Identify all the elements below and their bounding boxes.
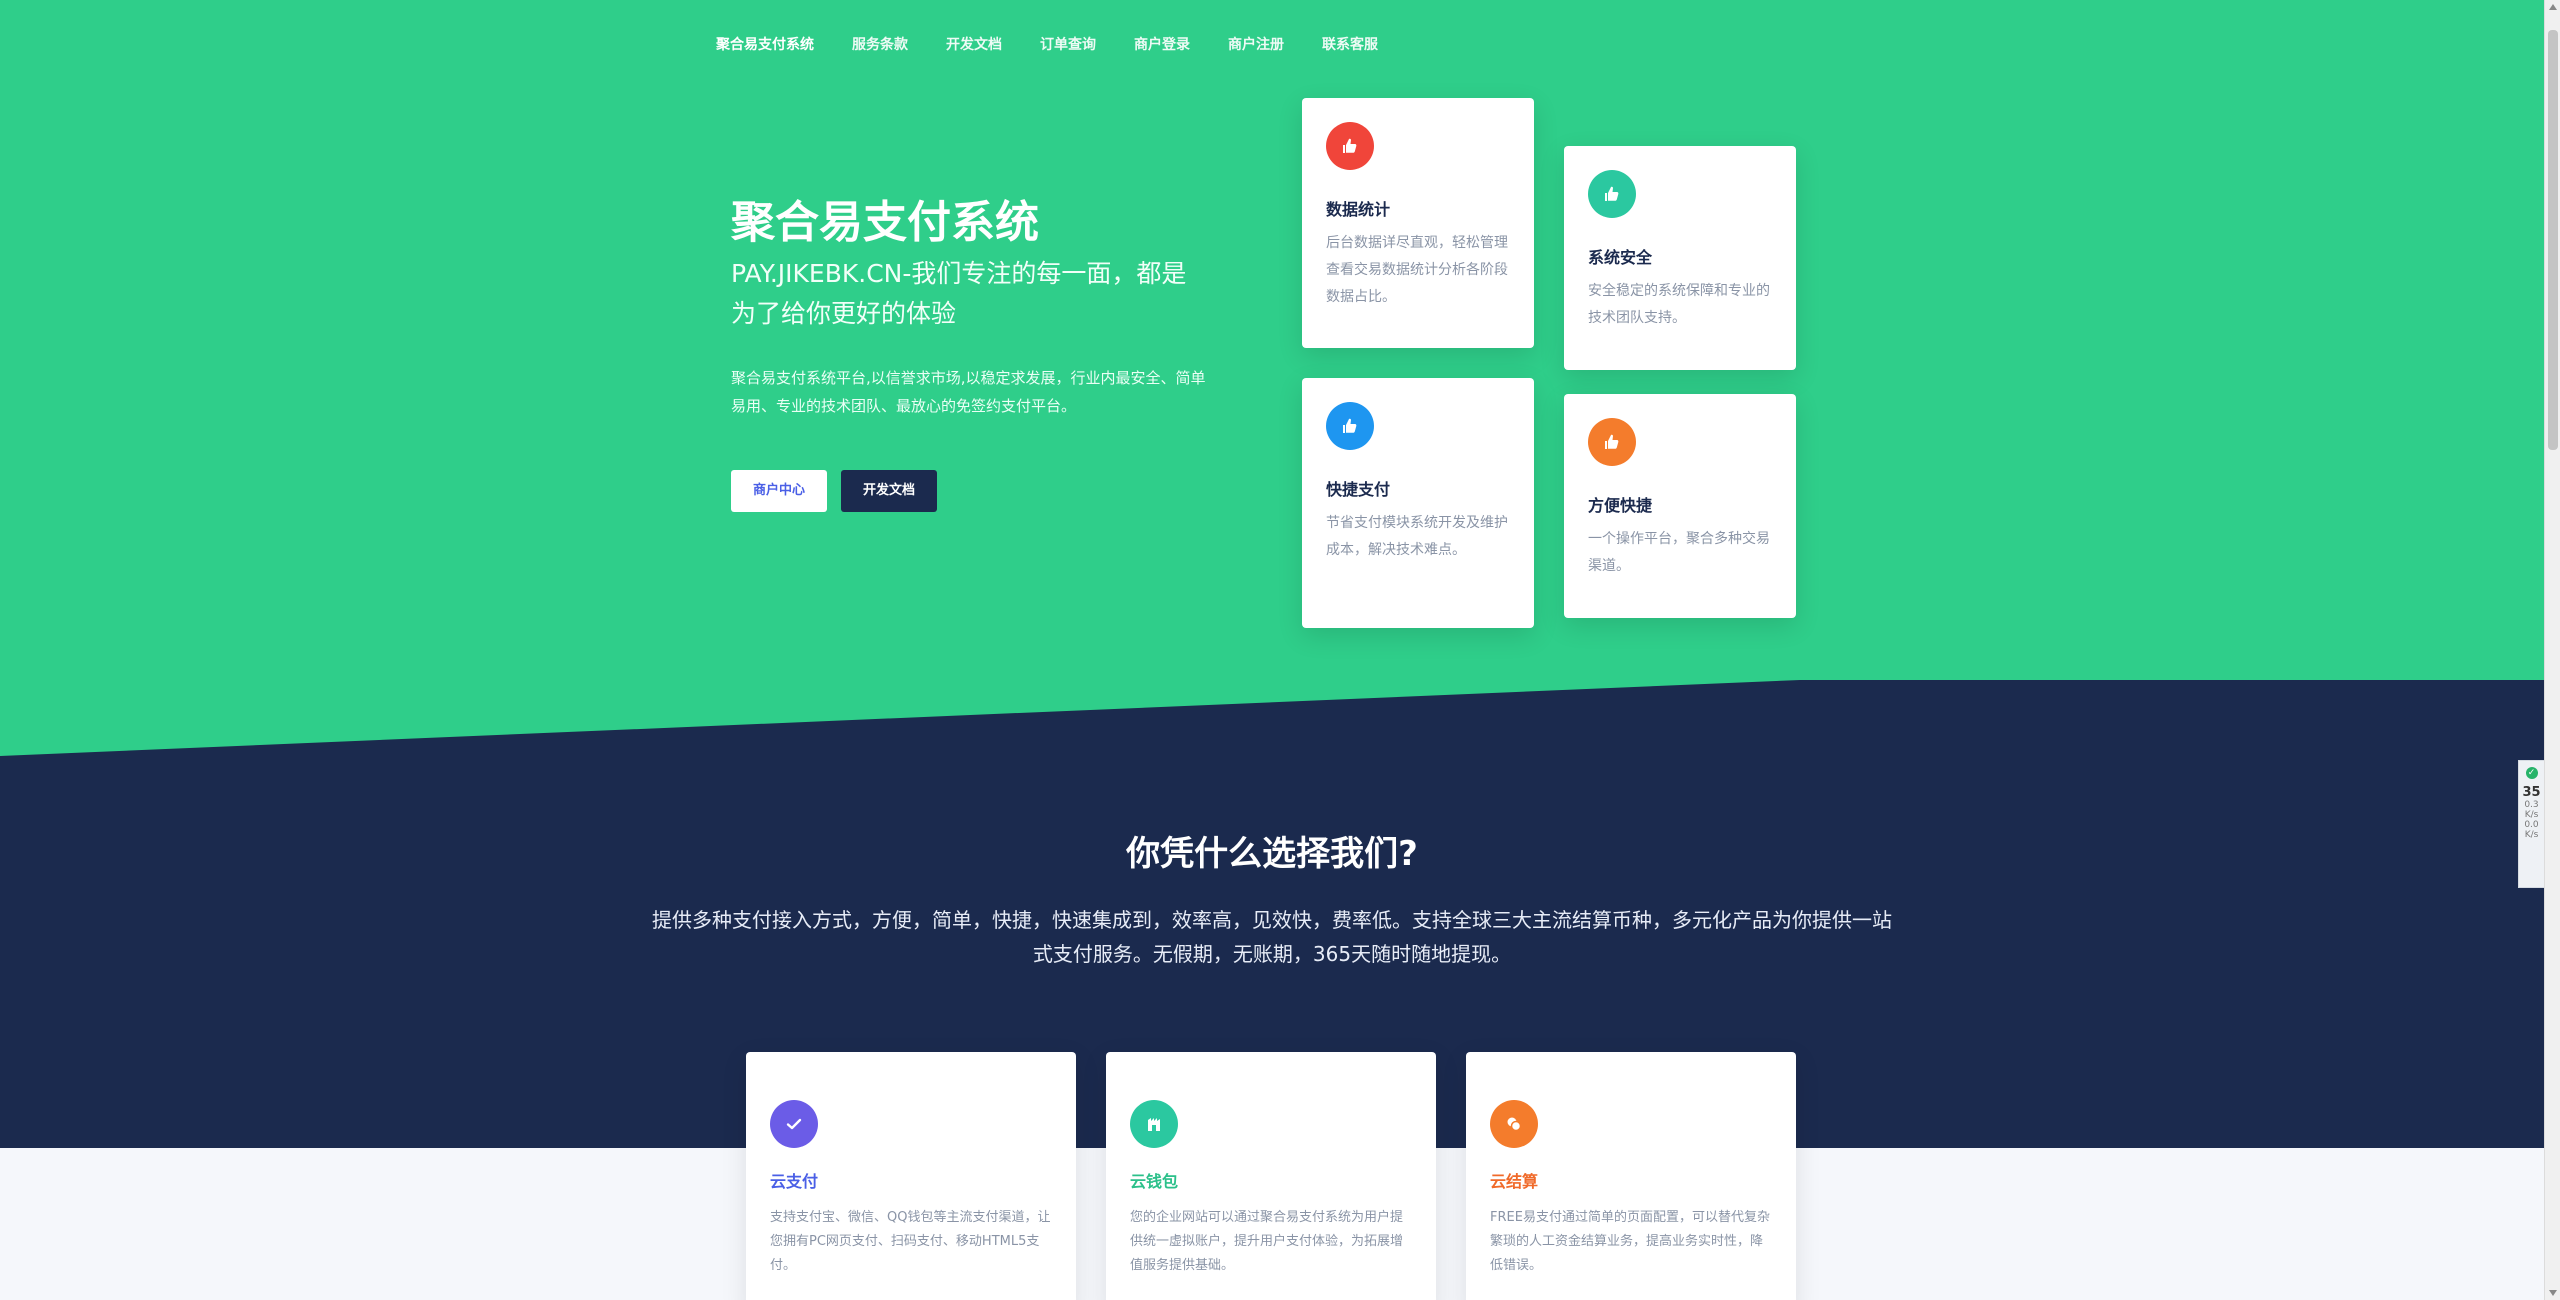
product-desc: 支持支付宝、微信、QQ钱包等主流支付渠道，让您拥有PC网页支付、扫码支付、移动H… [770,1210,1051,1273]
feature-desc: 一个操作平台，聚合多种交易渠道。 [1588,531,1770,574]
feature-card-data-stats: 数据统计 后台数据详尽直观，轻松管理查看交易数据统计分析各阶段数据占比。 [1302,98,1534,348]
why-title: 你凭什么选择我们? [1126,834,1418,874]
product-desc: 您的企业网站可以通过聚合易支付系统为用户提供统一虚拟账户，提升用户支付体验，为拓… [1130,1210,1404,1273]
nav-item-terms[interactable]: 服务条款 [852,34,908,54]
speed-value: 35 [2522,785,2541,800]
feature-desc: 节省支付模块系统开发及维护成本，解决技术难点。 [1326,515,1508,558]
scroll-down-arrow-icon[interactable] [2549,1290,2557,1296]
product-title: 云结算 [1490,1172,1539,1191]
nav-item-contact[interactable]: 联系客服 [1322,34,1378,54]
speed-up-value: 0.3 [2524,800,2539,810]
coins-icon [1490,1100,1538,1148]
network-speed-widget[interactable]: ✓ 35 0.3 K/s 0.0 K/s [2518,760,2544,888]
hero-section [0,0,2544,760]
nav-brand[interactable]: 聚合易支付系统 [716,34,814,54]
feature-card-fast-pay: 快捷支付 节省支付模块系统开发及维护成本，解决技术难点。 [1302,378,1534,628]
scrollbar-thumb[interactable] [2548,30,2558,450]
hero-description: 聚合易支付系统平台,以信誉求市场,以稳定求发展，行业内最安全、简单易用、专业的技… [731,369,1206,415]
check-icon: ✓ [2525,767,2538,779]
merchant-center-button[interactable]: 商户中心 [731,470,828,512]
feature-title: 系统安全 [1588,248,1653,267]
feature-title: 方便快捷 [1588,496,1653,515]
product-card-cloud-wallet: 云钱包 您的企业网站可以通过聚合易支付系统为用户提供统一虚拟账户，提升用户支付体… [1106,1052,1436,1300]
dev-docs-button[interactable]: 开发文档 [841,470,938,512]
nav-item-merchant-login[interactable]: 商户登录 [1134,34,1190,54]
product-card-cloud-settlement: 云结算 FREE易支付通过简单的页面配置，可以替代复杂繁琐的人工资金结算业务，提… [1466,1052,1796,1300]
feature-card-system-security: 系统安全 安全稳定的系统保障和专业的技术团队支持。 [1564,146,1796,370]
thumbs-up-icon [1588,170,1636,218]
building-icon [1130,1100,1178,1148]
feature-title: 快捷支付 [1326,480,1391,499]
nav-item-docs[interactable]: 开发文档 [946,34,1002,54]
feature-card-convenient: 方便快捷 一个操作平台，聚合多种交易渠道。 [1564,394,1796,618]
product-title: 云钱包 [1130,1172,1179,1191]
thumbs-up-icon [1326,122,1374,170]
hero-subtitle: PAY.JIKEBK.CN-我们专注的每一面，都是为了给你更好的体验 [731,259,1187,328]
top-nav: 聚合易支付系统 服务条款 开发文档 订单查询 商户登录 商户注册 联系客服 [716,34,1416,54]
vertical-scrollbar[interactable] [2544,0,2560,1300]
why-section: 你凭什么选择我们? 提供多种支付接入方式，方便，简单，快捷，快速集成到，效率高，… [0,826,2544,971]
scroll-up-arrow-icon[interactable] [2549,4,2557,10]
check-icon [770,1100,818,1148]
nav-item-order-query[interactable]: 订单查询 [1040,34,1096,54]
hero-title: 聚合易支付系统 [731,197,1039,248]
hero-buttons: 商户中心 开发文档 [731,470,1211,512]
product-title: 云支付 [770,1172,819,1191]
product-desc: FREE易支付通过简单的页面配置，可以替代复杂繁琐的人工资金结算业务，提高业务实… [1490,1210,1770,1273]
thumbs-up-icon [1588,418,1636,466]
feature-title: 数据统计 [1326,200,1391,219]
nav-item-merchant-register[interactable]: 商户注册 [1228,34,1284,54]
hero-text: 聚合易支付系统 PAY.JIKEBK.CN-我们专注的每一面，都是为了给你更好的… [731,196,1211,512]
speed-down-unit: K/s [2524,830,2539,840]
speed-down-value: 0.0 [2524,820,2539,830]
feature-desc: 后台数据详尽直观，轻松管理查看交易数据统计分析各阶段数据占比。 [1326,235,1508,305]
speed-up-unit: K/s [2524,810,2539,820]
page: 聚合易支付系统 服务条款 开发文档 订单查询 商户登录 商户注册 联系客服 聚合… [0,0,2544,1300]
thumbs-up-icon [1326,402,1374,450]
product-card-cloud-pay: 云支付 支持支付宝、微信、QQ钱包等主流支付渠道，让您拥有PC网页支付、扫码支付… [746,1052,1076,1300]
feature-desc: 安全稳定的系统保障和专业的技术团队支持。 [1588,283,1770,326]
why-description: 提供多种支付接入方式，方便，简单，快捷，快速集成到，效率高，见效快，费率低。支持… [652,908,1892,966]
